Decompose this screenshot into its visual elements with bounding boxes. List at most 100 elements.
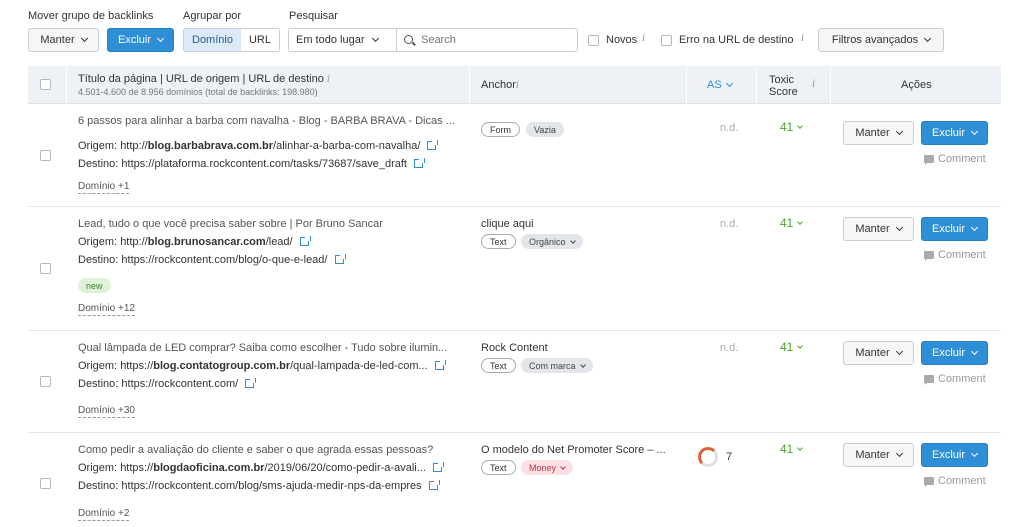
info-icon[interactable]: i [801,33,804,44]
comment-label: Comment [938,373,986,385]
comment-button[interactable]: Comment [924,475,986,487]
chevron-down-icon [895,223,903,232]
origin-domain: blogdaoficina.com.br [153,462,265,474]
external-link-icon[interactable] [434,360,446,370]
anchor-type-tag: Text [481,460,516,475]
comment-button[interactable]: Comment [924,153,986,165]
as-column-header[interactable]: AS [707,66,733,104]
domain-more-link[interactable]: Domínio +30 [78,405,135,418]
toolbar: Mover grupo de backlinks Manter Excluir … [0,0,1024,60]
domain-more-link[interactable]: Domínio +1 [78,181,130,194]
delete-dropdown[interactable]: Excluir [921,443,988,467]
chevron-down-icon [797,444,804,451]
origin-scheme: http:// [120,140,148,152]
toxic-score[interactable]: 41 [780,442,804,456]
table-row: Qual lâmpada de LED comprar? Saiba como … [28,332,1001,433]
row-checkbox[interactable] [40,376,51,387]
as-value: 7 [726,451,733,463]
row-checkbox[interactable] [40,263,51,274]
info-icon[interactable]: i [812,79,815,90]
keep-label: Manter [855,223,890,235]
advanced-filters-button[interactable]: Filtros avançados [818,28,944,52]
page-title: Como pedir a avaliação do cliente e sabe… [78,444,434,456]
anchor-category-tag[interactable]: Money [521,460,574,475]
delete-dropdown[interactable]: Excluir [921,341,988,365]
comment-icon [924,477,934,487]
domain-more-link[interactable]: Domínio +2 [78,508,130,521]
keep-dropdown[interactable]: Manter [843,217,914,241]
group-by-url-option[interactable]: URL [240,29,279,51]
domain-more-link[interactable]: Domínio +12 [78,303,135,316]
destination-url[interactable]: Destino: https://rockcontent.com/blog/o-… [78,254,468,266]
external-link-icon[interactable] [414,158,426,168]
move-keep-label: Manter [40,34,75,46]
select-all-checkbox[interactable] [40,79,51,90]
external-link-icon[interactable] [432,462,444,472]
table-row: 6 passos para alinhar a barba com navalh… [28,105,1001,207]
destination-url[interactable]: Destino: https://rockcontent.com/blog/sm… [78,480,468,492]
origin-prefix: Origem: [78,140,118,152]
target-error-label: Erro na URL de destino [679,34,794,46]
external-link-icon[interactable] [427,140,439,150]
origin-url[interactable]: Origem: http://blog.brunosancar.com/lead… [78,236,468,248]
chevron-down-icon [895,127,903,136]
dest-prefix: Destino: [78,254,119,266]
origin-path: /alinhar-a-barba-com-navalha/ [273,140,421,152]
toxic-score-value: 41 [780,216,794,230]
row-checkbox[interactable] [40,150,51,161]
title-column-label: Título da página | URL de origem | URL d… [78,73,324,85]
origin-domain: blog.barbabrava.com.br [147,140,274,152]
toxic-score-value: 41 [780,442,794,456]
anchor-column-header[interactable]: Anchor i [481,66,519,104]
info-icon[interactable]: i [516,80,519,91]
external-link-icon[interactable] [245,378,257,388]
move-keep-dropdown[interactable]: Manter [28,28,99,52]
delete-label: Excluir [931,449,965,461]
external-link-icon[interactable] [299,236,311,246]
delete-dropdown[interactable]: Excluir [921,217,988,241]
keep-dropdown[interactable]: Manter [843,341,914,365]
group-by-toggle: Domínio URL [183,28,280,52]
toxic-score[interactable]: 41 [780,120,804,134]
external-link-icon[interactable] [428,480,440,490]
destination-url[interactable]: Destino: https://rockcontent.com/ [78,378,468,390]
origin-url[interactable]: Origem: https://blogdaoficina.com.br/201… [78,462,468,474]
keep-dropdown[interactable]: Manter [843,443,914,467]
keep-label: Manter [855,127,890,139]
chevron-down-icon [80,34,88,43]
keep-dropdown[interactable]: Manter [843,121,914,145]
row-checkbox[interactable] [40,478,51,489]
origin-path: /qual-lampada-de-led-com... [290,360,428,372]
domains-count: 4.501-4.600 de 8.956 domínios (total de … [78,87,318,97]
move-delete-dropdown[interactable]: Excluir [107,28,174,52]
toxic-score[interactable]: 41 [780,216,804,230]
comment-button[interactable]: Comment [924,373,986,385]
origin-url[interactable]: Origem: http://blog.barbabrava.com.br/al… [78,140,468,152]
search-scope-dropdown[interactable]: Em todo lugar [289,29,397,51]
comment-label: Comment [938,249,986,261]
destination-url[interactable]: Destino: https://plataforma.rockcontent.… [78,158,468,170]
anchor-category-label: Money [529,462,557,473]
info-icon[interactable]: i [327,74,330,85]
anchor-category-tag[interactable]: Com marca [521,358,593,373]
origin-url[interactable]: Origem: https://blog.contatogroup.com.br… [78,360,468,372]
anchor-type-tag: Text [481,358,516,373]
comment-button[interactable]: Comment [924,249,986,261]
info-icon[interactable]: i [642,33,645,44]
group-by-domain-option[interactable]: Domínio [183,29,242,51]
origin-prefix: Origem: [78,462,118,474]
anchor-category-tag[interactable]: Orgânico [521,234,583,249]
anchor-type-tag: Form [481,122,520,137]
toxic-score-column-header[interactable]: Toxic Score [769,74,798,98]
target-error-checkbox[interactable] [661,35,672,46]
page-title: Qual lâmpada de LED comprar? Saiba como … [78,342,448,354]
search-input[interactable] [397,29,577,51]
toxic-score[interactable]: 41 [780,340,804,354]
new-badge: new [78,278,111,293]
title-column-header[interactable]: Título da página | URL de origem | URL d… [78,73,330,85]
external-link-icon[interactable] [334,254,346,264]
delete-dropdown[interactable]: Excluir [921,121,988,145]
table-header: Título da página | URL de origem | URL d… [28,66,1001,104]
anchor-text: clique aqui [481,218,534,230]
new-checkbox[interactable] [588,35,599,46]
